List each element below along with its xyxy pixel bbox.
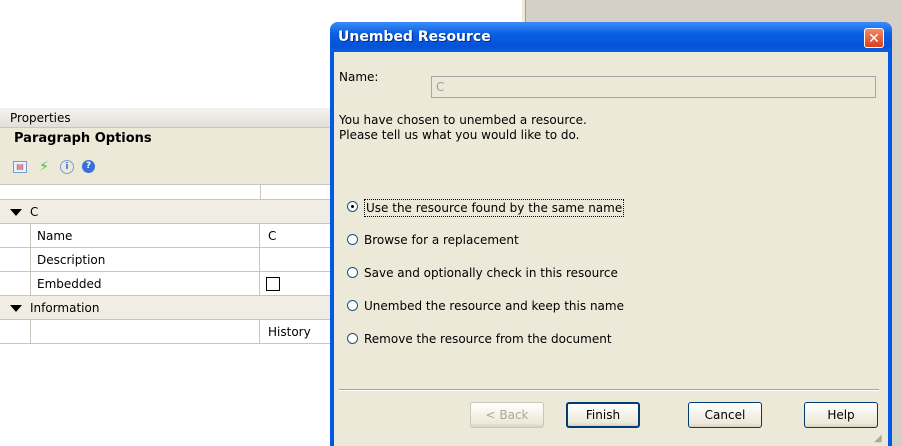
dialog-titlebar[interactable]: Unembed Resource ✕ bbox=[330, 22, 892, 52]
property-name-value[interactable]: C bbox=[266, 224, 276, 248]
property-embedded-label: Embedded bbox=[30, 272, 260, 296]
document-icon[interactable]: ▤ bbox=[13, 161, 27, 173]
option-label: Remove the resource from the document bbox=[364, 332, 612, 346]
property-history-label bbox=[30, 320, 260, 344]
option-label: Unembed the resource and keep this name bbox=[364, 299, 624, 313]
lightning-icon[interactable]: ⚡ bbox=[37, 160, 51, 174]
expand-caret-icon[interactable] bbox=[10, 305, 22, 312]
property-history-value[interactable]: History bbox=[266, 320, 311, 344]
property-row-description[interactable]: Description bbox=[0, 248, 340, 272]
embedded-checkbox[interactable] bbox=[266, 277, 280, 291]
category-c-label: C bbox=[30, 205, 39, 219]
expand-caret-icon[interactable] bbox=[10, 209, 22, 216]
close-icon: ✕ bbox=[868, 31, 880, 47]
name-label: Name: bbox=[339, 70, 379, 84]
option-label: Use the resource found by the same name bbox=[364, 199, 625, 217]
radio-button[interactable] bbox=[347, 201, 358, 212]
property-row-name[interactable]: Name C bbox=[0, 224, 340, 248]
button-separator bbox=[339, 389, 879, 391]
option-label: Browse for a replacement bbox=[364, 233, 519, 247]
radio-button[interactable] bbox=[347, 300, 358, 311]
name-field[interactable]: C bbox=[431, 76, 876, 98]
close-button[interactable]: ✕ bbox=[864, 28, 884, 48]
radio-button[interactable] bbox=[347, 234, 358, 245]
info-icon[interactable]: i bbox=[60, 160, 74, 174]
category-c-row[interactable]: C bbox=[0, 200, 340, 224]
paragraph-options-title: Paragraph Options bbox=[0, 128, 340, 150]
property-row-history[interactable]: History bbox=[0, 320, 340, 344]
category-information-row[interactable]: Information bbox=[0, 296, 340, 320]
grid-header-row bbox=[0, 184, 340, 200]
message-line-1: You have chosen to unembed a resource. bbox=[339, 113, 587, 127]
help-icon[interactable]: ? bbox=[82, 160, 95, 173]
back-button[interactable]: < Back bbox=[470, 402, 544, 428]
unembed-resource-dialog: Unembed Resource ✕ Name: C You have chos… bbox=[330, 22, 892, 446]
category-information-label: Information bbox=[30, 301, 100, 315]
dialog-body: Name: C You have chosen to unembed a res… bbox=[334, 52, 888, 446]
property-name-label: Name bbox=[30, 224, 260, 248]
properties-header: Properties bbox=[0, 108, 340, 128]
properties-panel: Properties Paragraph Options ▤ ⚡ i ? C N… bbox=[0, 108, 340, 368]
dialog-title: Unembed Resource bbox=[338, 29, 491, 45]
help-button[interactable]: Help bbox=[804, 402, 878, 428]
property-row-embedded[interactable]: Embedded bbox=[0, 272, 340, 296]
resize-grip-icon[interactable]: ◢ bbox=[874, 434, 884, 444]
finish-button[interactable]: Finish bbox=[566, 402, 640, 428]
option-label: Save and optionally check in this resour… bbox=[364, 266, 618, 280]
dialog-message: You have chosen to unembed a resource. P… bbox=[339, 113, 587, 143]
properties-toolbar: ▤ ⚡ i ? bbox=[0, 150, 340, 185]
radio-button[interactable] bbox=[347, 267, 358, 278]
cancel-button[interactable]: Cancel bbox=[688, 402, 762, 428]
property-description-value[interactable] bbox=[266, 248, 268, 272]
message-line-2: Please tell us what you would like to do… bbox=[339, 128, 580, 142]
property-description-label: Description bbox=[30, 248, 260, 272]
radio-button[interactable] bbox=[347, 333, 358, 344]
background-divider bbox=[522, 0, 526, 22]
